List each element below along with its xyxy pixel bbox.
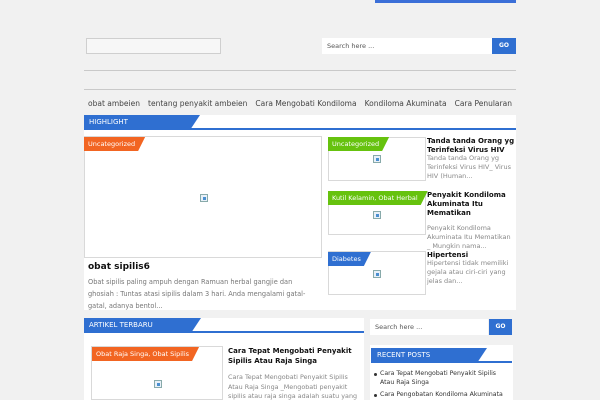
main-navigation: obat ambeien tentang penyakit ambeien Ca… xyxy=(84,96,516,110)
broken-image-icon xyxy=(373,211,381,219)
nav-item-kondiloma-akuminata[interactable]: Kondiloma Akuminata xyxy=(365,99,447,108)
broken-image-icon xyxy=(200,194,208,202)
header-search-go-button[interactable]: GO xyxy=(492,38,516,54)
top-accent-bar xyxy=(375,0,516,3)
nav-item-cara-penularan[interactable]: Cara Penularan xyxy=(455,99,512,108)
artikel-post-title[interactable]: Cara Tepat Mengobati Penyakit Sipilis At… xyxy=(228,346,358,366)
highlight-side-tag-2[interactable]: Kutil Kelamin, Obat Herbal xyxy=(328,191,428,205)
header-search: Search here ... GO xyxy=(322,38,516,54)
header-divider xyxy=(84,70,516,71)
sidebar-search-go-button[interactable]: GO xyxy=(489,319,512,335)
highlight-side-title-2[interactable]: Penyakit Kondiloma Akuminata Itu Mematik… xyxy=(427,191,515,218)
sidebar-search-input[interactable]: Search here ... xyxy=(370,319,488,335)
artikel-post-tag[interactable]: Obat Raja Singa, Obat Sipilis xyxy=(92,347,199,361)
nav-item-tentang-penyakit-ambeien[interactable]: tentang penyakit ambeien xyxy=(148,99,247,108)
site-header: Search here ... GO xyxy=(84,36,516,58)
nav-divider xyxy=(84,89,516,90)
artikel-title: ARTIKEL TERBARU xyxy=(84,318,201,333)
recent-posts-title: RECENT POSTS xyxy=(371,348,487,363)
recent-post-item[interactable]: Cara Pengobatan Kondiloma Akuminata Pada xyxy=(372,391,512,400)
header-search-input[interactable]: Search here ... xyxy=(322,38,492,54)
recent-post-item[interactable]: Cara Tepat Mengobati Penyakit Sipilis At… xyxy=(372,370,512,387)
broken-image-icon xyxy=(373,270,381,278)
recent-posts-list: Cara Tepat Mengobati Penyakit Sipilis At… xyxy=(372,370,512,400)
highlight-main-excerpt: Obat sipilis paling ampuh dengan Ramuan … xyxy=(88,278,306,310)
sidebar-search: Search here ... GO xyxy=(370,319,512,335)
nav-item-cara-mengobati-kondiloma[interactable]: Cara Mengobati Kondiloma xyxy=(255,99,356,108)
highlight-title: HIGHLIGHT xyxy=(84,115,200,130)
highlight-side-tag-1[interactable]: Uncategorized xyxy=(328,137,389,151)
highlight-side-tag-3[interactable]: Diabetes xyxy=(328,252,371,266)
site-logo-placeholder[interactable] xyxy=(86,38,221,54)
highlight-main-tag[interactable]: Uncategorized xyxy=(84,137,145,151)
highlight-main-title[interactable]: obat sipilis6 xyxy=(88,262,150,272)
highlight-main-image[interactable] xyxy=(84,136,322,258)
broken-image-icon xyxy=(373,155,381,163)
highlight-side-excerpt-1: Tanda tanda Orang yg Terinfeksi Virus HI… xyxy=(427,154,511,180)
highlight-side-excerpt-3: Hipertensi tidak memiliki gejala atau ci… xyxy=(427,259,509,285)
nav-item-obat-ambeien[interactable]: obat ambeien xyxy=(88,99,140,108)
highlight-side-excerpt-2: Penyakit Kondiloma Akuminata Itu Mematik… xyxy=(427,224,511,250)
artikel-post-excerpt: Cara Tepat Mengobati Penyakit Sipilis At… xyxy=(228,373,358,400)
broken-image-icon xyxy=(154,380,162,388)
highlight-side-title-1[interactable]: Tanda tanda Orang yg Terinfeksi Virus HI… xyxy=(427,137,515,155)
